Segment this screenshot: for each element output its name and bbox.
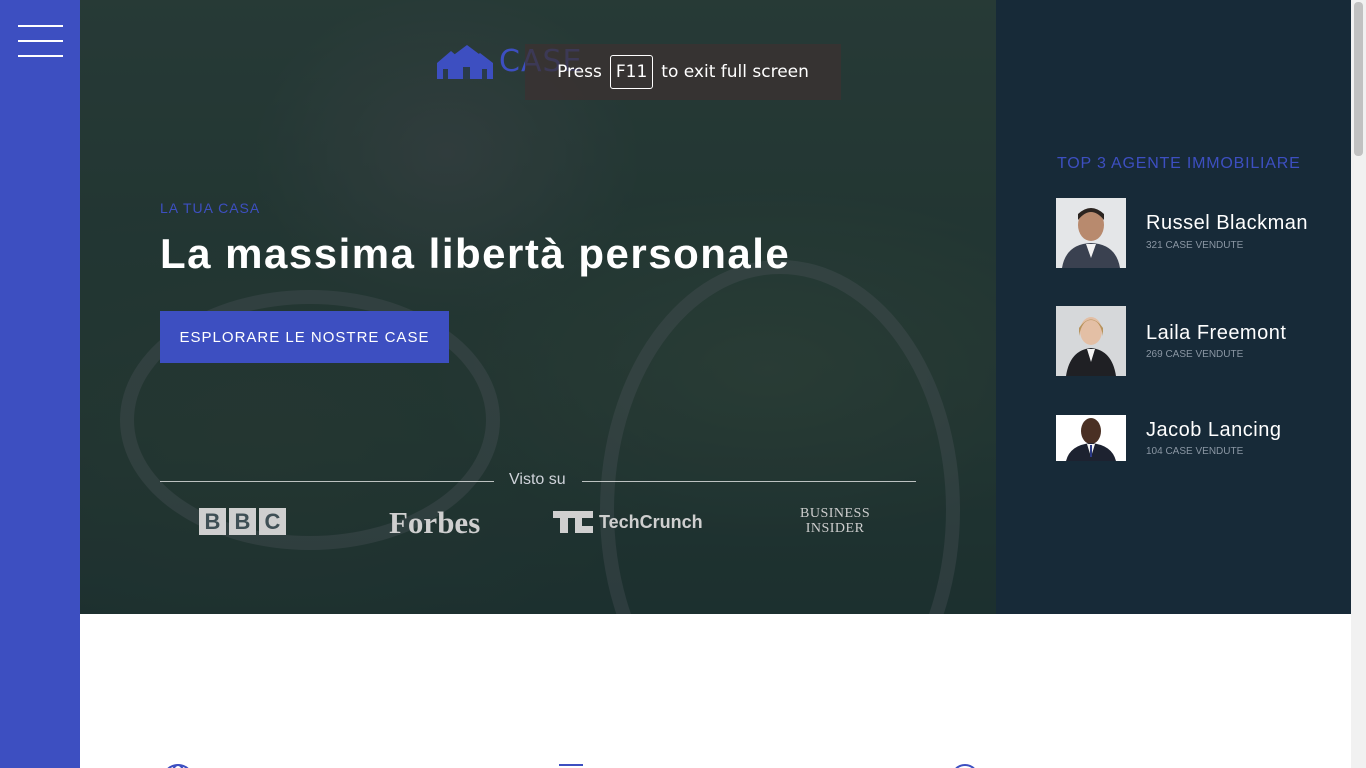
agent-name: Russel Blackman	[1146, 212, 1309, 234]
seen-on-label: Visto su	[509, 471, 566, 488]
explore-homes-button[interactable]: ESPLORARE LE NOSTRE CASE	[160, 311, 449, 363]
agent-photo	[1056, 198, 1126, 268]
agent-photo	[1056, 306, 1126, 376]
page-scrollbar[interactable]	[1351, 0, 1366, 768]
top-agents-panel: TOP 3 AGENTE IMMOBILIARE Russel Blackman…	[996, 0, 1351, 614]
f11-key: F11	[609, 55, 654, 89]
hero-headline: La massima libertà personale	[160, 230, 791, 277]
techcrunch-icon	[553, 511, 593, 533]
hero-eyebrow: LA TUA CASA	[160, 200, 261, 216]
agent-sales: 104 CASE VENDUTE	[1146, 446, 1244, 457]
bbc-logo: BBC	[199, 505, 286, 539]
hamburger-icon[interactable]	[18, 25, 63, 59]
fullscreen-notice: Press F11 to exit full screen	[525, 44, 841, 100]
forbes-logo: Forbes	[389, 505, 481, 540]
divider	[160, 481, 494, 482]
scrollbar-thumb[interactable]	[1354, 2, 1363, 156]
business-insider-logo: BUSINESS INSIDER	[800, 506, 871, 536]
agent-photo	[1056, 415, 1126, 461]
document-icon	[558, 762, 584, 768]
agent-card[interactable]: Jacob Lancing 104 CASE VENDUTE	[1056, 415, 1346, 461]
agent-sales: 321 CASE VENDUTE	[1146, 240, 1244, 251]
sidebar	[0, 0, 80, 768]
clock-icon	[950, 762, 980, 768]
agent-card[interactable]: Russel Blackman 321 CASE VENDUTE	[1056, 198, 1346, 268]
techcrunch-logo: TechCrunch	[553, 505, 703, 539]
agent-name: Jacob Lancing	[1146, 419, 1282, 441]
techcrunch-wordmark: TechCrunch	[599, 511, 703, 532]
agent-sales: 269 CASE VENDUTE	[1146, 349, 1244, 360]
divider	[582, 481, 916, 482]
globe-icon	[160, 762, 196, 768]
agent-name: Laila Freemont	[1146, 322, 1287, 344]
fullscreen-notice-suffix: to exit full screen	[661, 62, 809, 82]
top-agents-title: TOP 3 AGENTE IMMOBILIARE	[1057, 155, 1301, 172]
fullscreen-notice-prefix: Press	[557, 62, 602, 82]
houses-icon	[437, 44, 493, 79]
agent-card[interactable]: Laila Freemont 269 CASE VENDUTE	[1056, 306, 1346, 376]
